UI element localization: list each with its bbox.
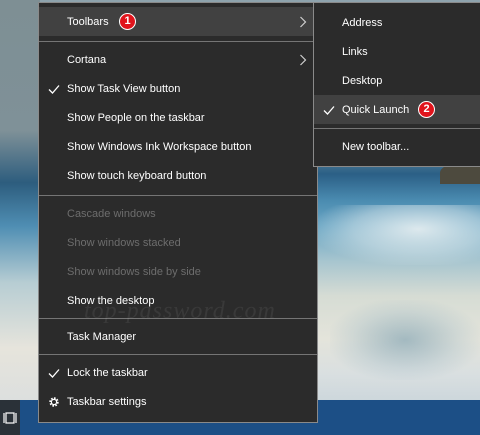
menu-item-label: New toolbar...: [342, 140, 410, 153]
menu-item-label: Taskbar settings: [67, 395, 147, 408]
toolbars-submenu: Address Links Desktop Quick Launch 2 New…: [313, 2, 480, 167]
task-view-button[interactable]: [0, 400, 20, 435]
menu-separator: [39, 354, 317, 355]
menu-item-cascade-windows: Cascade windows: [39, 199, 317, 228]
submenu-item-address[interactable]: Address: [314, 8, 480, 37]
desktop: Toolbars 1 Cortana Show Task View button…: [0, 0, 480, 435]
submenu-item-links[interactable]: Links: [314, 37, 480, 66]
chevron-right-icon: [300, 54, 307, 65]
menu-item-label: Show Windows Ink Workspace button: [67, 140, 252, 153]
menu-separator: [314, 128, 480, 129]
menu-item-label: Cascade windows: [67, 207, 156, 220]
step-badge-1: 1: [119, 13, 136, 30]
wallpaper-foam: [316, 205, 480, 265]
check-icon: [48, 368, 60, 378]
menu-separator: [39, 195, 317, 196]
menu-item-show-ink-workspace[interactable]: Show Windows Ink Workspace button: [39, 132, 317, 161]
menu-item-cortana[interactable]: Cortana: [39, 45, 317, 74]
menu-item-taskbar-settings[interactable]: Taskbar settings: [39, 387, 317, 416]
menu-item-show-people[interactable]: Show People on the taskbar: [39, 103, 317, 132]
menu-item-show-windows-side-by-side: Show windows side by side: [39, 257, 317, 286]
menu-item-label: Toolbars: [67, 15, 109, 28]
menu-separator: [39, 318, 317, 319]
menu-item-label: Task Manager: [67, 330, 137, 343]
chevron-right-icon: [300, 16, 307, 27]
taskbar-context-menu: Toolbars 1 Cortana Show Task View button…: [38, 2, 318, 423]
menu-item-show-task-view-button[interactable]: Show Task View button: [39, 74, 317, 103]
wallpaper-puddle: [330, 300, 480, 380]
check-icon: [48, 84, 60, 94]
submenu-item-desktop[interactable]: Desktop: [314, 66, 480, 95]
check-icon: [323, 105, 335, 115]
menu-item-label: Links: [342, 45, 368, 58]
menu-item-label: Show the desktop: [67, 294, 155, 307]
gear-icon: [49, 396, 59, 407]
menu-item-label: Show Task View button: [67, 82, 181, 95]
menu-item-label: Show windows side by side: [67, 265, 201, 278]
step-badge-2: 2: [418, 101, 435, 118]
menu-item-label: Quick Launch: [342, 103, 410, 116]
menu-item-show-touch-keyboard[interactable]: Show touch keyboard button: [39, 161, 317, 190]
menu-item-label: Cortana: [67, 53, 107, 66]
menu-item-show-desktop[interactable]: Show the desktop: [39, 286, 317, 315]
menu-item-label: Show touch keyboard button: [67, 169, 207, 182]
menu-item-lock-taskbar[interactable]: Lock the taskbar: [39, 358, 317, 387]
submenu-item-quick-launch[interactable]: Quick Launch 2: [314, 95, 480, 124]
menu-item-toolbars[interactable]: Toolbars 1: [39, 7, 317, 36]
menu-item-label: Lock the taskbar: [67, 366, 148, 379]
menu-item-label: Show windows stacked: [67, 236, 181, 249]
menu-item-label: Show People on the taskbar: [67, 111, 205, 124]
submenu-item-new-toolbar[interactable]: New toolbar...: [314, 132, 480, 161]
wallpaper-edge: [0, 0, 40, 435]
task-view-icon: [3, 411, 17, 425]
menu-item-label: Desktop: [342, 74, 383, 87]
menu-separator: [39, 41, 317, 42]
menu-item-show-windows-stacked: Show windows stacked: [39, 228, 317, 257]
menu-item-task-manager[interactable]: Task Manager: [39, 322, 317, 351]
menu-item-label: Address: [342, 16, 383, 29]
